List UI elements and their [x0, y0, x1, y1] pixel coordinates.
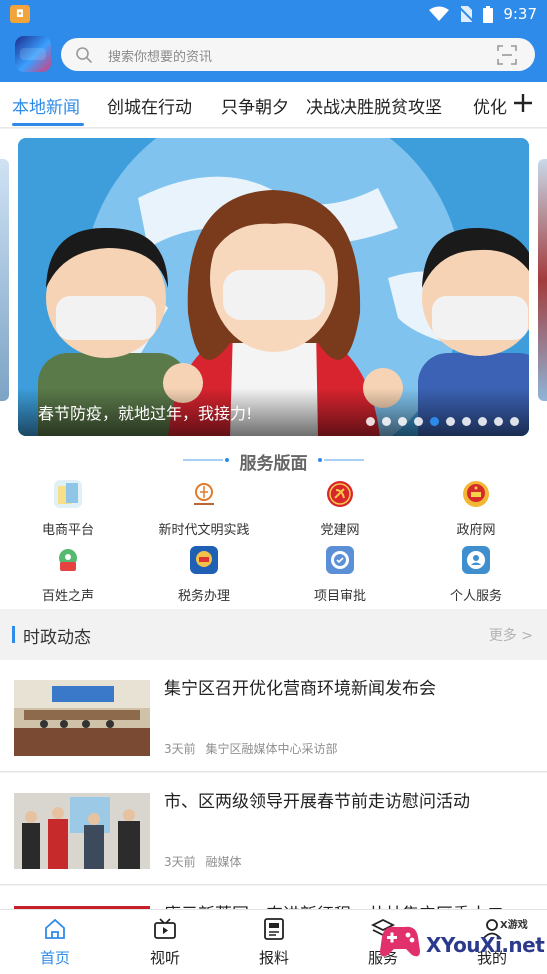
- voice-icon: [54, 546, 82, 574]
- service-tax[interactable]: 税务办理: [136, 546, 272, 606]
- banner-carousel: 春节防疫，就地过年，我接力!: [0, 129, 547, 447]
- news-title: 市、区两级领导开展春节前走访慰问活动: [164, 792, 470, 812]
- site-watermark: X游戏 XYouXi.net: [372, 913, 545, 971]
- search-bar[interactable]: 搜索你想要的资讯: [61, 38, 535, 71]
- nav-report[interactable]: 报料: [219, 910, 329, 974]
- services-panel: 服务版面 电商平台 新时代文明实践 党建网 政府网 百姓之声 税务办理 项目审批…: [0, 447, 547, 609]
- previous-slide-peek[interactable]: [0, 159, 9, 401]
- news-time: 3天前: [164, 742, 196, 756]
- personal-service-icon: [462, 546, 490, 574]
- carousel-dot[interactable]: [366, 417, 375, 426]
- services-title: 服务版面: [239, 454, 308, 474]
- carousel-dot[interactable]: [478, 417, 487, 426]
- active-tab-indicator: [12, 123, 84, 126]
- search-icon: [76, 47, 92, 63]
- app-screen: ◘ 9:37 搜索你想要的资讯 本地新闻 创城在行动 只争朝夕 决战决胜脱贫攻坚…: [0, 0, 547, 974]
- news-section-header: 时政动态 更多 >: [0, 609, 547, 659]
- nav-home[interactable]: 首页: [0, 910, 110, 974]
- home-icon: [45, 918, 65, 939]
- tab-seize-the-day[interactable]: 只争朝夕: [221, 93, 289, 118]
- service-project-approval[interactable]: 项目审批: [272, 546, 408, 606]
- title-decoration-right: [318, 458, 364, 462]
- channel-tabs: 本地新闻 创城在行动 只争朝夕 决战决胜脱贫攻坚 优化: [0, 82, 547, 128]
- carousel-dot[interactable]: [382, 417, 391, 426]
- tab-civilized-city[interactable]: 创城在行动: [107, 93, 192, 118]
- tab-poverty-alleviation[interactable]: 决战决胜脱贫攻坚: [306, 93, 442, 118]
- notification-app-icon: ◘: [10, 5, 30, 23]
- news-source: 融媒体: [205, 855, 242, 869]
- watermark-text: XYouXi.net: [426, 933, 545, 957]
- news-meta: 3天前 融媒体: [164, 853, 247, 870]
- service-label: 百姓之声: [41, 589, 94, 604]
- gamepad-logo-icon: [380, 926, 420, 957]
- carousel-dot[interactable]: [446, 417, 455, 426]
- carousel-dot[interactable]: [414, 417, 423, 426]
- section-accent-bar: [12, 626, 15, 643]
- news-item[interactable]: 集宁区召开优化营商环境新闻发布会 3天前 集宁区融媒体中心采访部: [0, 660, 547, 772]
- scan-icon[interactable]: [497, 45, 517, 65]
- status-indicators: 9:37: [429, 4, 537, 24]
- status-bar: ◘ 9:37: [0, 0, 547, 28]
- news-title: 集宁区召开优化营商环境新闻发布会: [164, 679, 436, 699]
- battery-icon: [483, 5, 494, 23]
- service-label: 新时代文明实践: [158, 523, 250, 538]
- search-input[interactable]: 搜索你想要的资讯: [108, 46, 212, 65]
- nav-video[interactable]: 视听: [110, 910, 220, 974]
- add-channel-icon[interactable]: [513, 93, 533, 113]
- party-emblem-icon: [327, 481, 353, 507]
- nav-label: 报料: [258, 949, 289, 967]
- service-label: 电商平台: [41, 523, 94, 538]
- no-sim-icon: [459, 6, 474, 22]
- news-thumbnail: [14, 680, 150, 756]
- video-icon: [154, 918, 176, 939]
- news-item[interactable]: 市、区两级领导开展春节前走访慰问活动 3天前 融媒体: [0, 773, 547, 885]
- service-label: 个人服务: [449, 589, 502, 604]
- banner-caption: 春节防疫，就地过年，我接力!: [38, 404, 253, 423]
- more-link[interactable]: 更多 >: [489, 625, 533, 645]
- national-emblem-icon: [463, 481, 489, 507]
- tab-local-news[interactable]: 本地新闻: [12, 93, 80, 118]
- service-personal[interactable]: 个人服务: [408, 546, 544, 606]
- service-party-building[interactable]: 党建网: [272, 480, 408, 540]
- tax-icon: [190, 546, 218, 574]
- carousel-dots: [366, 417, 519, 426]
- news-meta: 3天前 集宁区融媒体中心采访部: [164, 740, 343, 757]
- app-logo[interactable]: [15, 36, 51, 72]
- service-public-voice[interactable]: 百姓之声: [0, 546, 136, 606]
- service-label: 项目审批: [313, 589, 366, 604]
- ecommerce-icon: [54, 480, 82, 508]
- carousel-dot[interactable]: [398, 417, 407, 426]
- carousel-dot[interactable]: [430, 417, 439, 426]
- news-section-title: 时政动态: [23, 628, 91, 648]
- news-thumbnail: [14, 793, 150, 869]
- nav-label: 首页: [39, 949, 70, 967]
- tab-optimize[interactable]: 优化: [473, 93, 507, 118]
- watermark-badge: X游戏: [500, 920, 528, 931]
- service-label: 税务办理: [177, 589, 230, 604]
- service-label: 政府网: [456, 523, 496, 538]
- service-civilization-practice[interactable]: 新时代文明实践: [136, 480, 272, 540]
- next-slide-peek[interactable]: [538, 159, 547, 401]
- approval-icon: [326, 546, 354, 574]
- banner-slide[interactable]: 春节防疫，就地过年，我接力!: [18, 138, 529, 436]
- news-time: 3天前: [164, 855, 196, 869]
- carousel-dot[interactable]: [510, 417, 519, 426]
- carousel-dot[interactable]: [494, 417, 503, 426]
- service-label: 党建网: [320, 523, 360, 538]
- top-header: 搜索你想要的资讯: [0, 28, 547, 82]
- services-title-row: 服务版面: [0, 447, 547, 475]
- civilization-icon: [190, 480, 218, 508]
- carousel-dot[interactable]: [462, 417, 471, 426]
- service-government[interactable]: 政府网: [408, 480, 544, 540]
- nav-label: 视听: [149, 949, 180, 967]
- status-time: 9:37: [503, 5, 537, 23]
- report-icon: [264, 918, 284, 940]
- news-source: 集宁区融媒体中心采访部: [205, 742, 338, 756]
- wifi-icon: [429, 6, 450, 21]
- service-ecommerce[interactable]: 电商平台: [0, 480, 136, 540]
